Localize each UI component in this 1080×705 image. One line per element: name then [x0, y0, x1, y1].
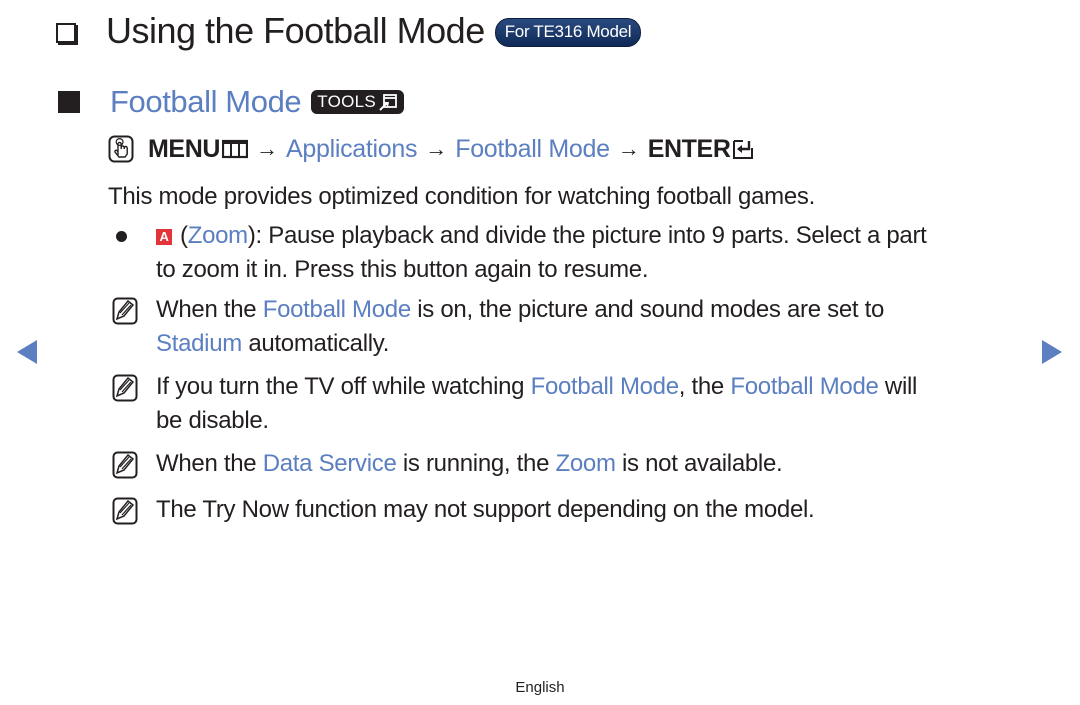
section-title: Football Mode [110, 84, 302, 119]
note-text-part: is not available. [615, 450, 783, 477]
note-pencil-icon [112, 497, 138, 525]
note-text-part: , the [678, 373, 731, 400]
zoom-highlight: Zoom [555, 450, 616, 477]
note-pencil-icon [112, 451, 138, 479]
tools-badge: TOOLS [311, 90, 405, 114]
path-arrow: → [617, 136, 640, 161]
football-mode-highlight: Football Mode [730, 373, 879, 400]
menu-icon [222, 139, 249, 159]
football-mode-highlight: Football Mode [530, 373, 679, 400]
football-mode-highlight: Football Mode [262, 296, 411, 323]
note-text-part: is on, the picture and sound modes are s… [410, 296, 885, 323]
bullet-line1: ): Pause playback and divide the picture… [247, 222, 927, 249]
bullet-line2: to zoom it in. Press this button again t… [156, 256, 649, 283]
page-header: Using the Football Mode For TE316 Model [56, 8, 642, 54]
bullet-text: A (Zoom): Pause playback and divide the p… [156, 219, 1026, 287]
zoom-highlight: Zoom [187, 222, 248, 249]
note-text-part: will [878, 373, 918, 400]
model-badge: For TE316 Model [494, 17, 642, 47]
note-text: When the Football Mode is on, the pictur… [156, 293, 1026, 361]
note-text-part: automatically. [241, 330, 390, 357]
next-page-arrow-icon[interactable] [1042, 340, 1062, 364]
tools-label: TOOLS [317, 92, 377, 111]
previous-page-arrow-icon[interactable] [17, 340, 37, 364]
stadium-highlight: Stadium [156, 330, 242, 357]
path-arrow: → [425, 136, 448, 161]
note-text: The Try Now function may not support dep… [156, 496, 815, 523]
note-text-part: is running, the [396, 450, 556, 477]
page-title: Using the Football Mode [106, 10, 485, 51]
enter-label: ENTER [647, 135, 731, 163]
data-service-highlight: Data Service [262, 450, 397, 477]
path-step-football-mode: Football Mode [455, 135, 610, 163]
note-text-part: When the [156, 450, 263, 477]
path-step-applications: Applications [286, 135, 418, 163]
note-text-part: be disable. [156, 407, 269, 434]
note-text: If you turn the TV off while watching Fo… [156, 370, 1026, 438]
section-header: Football Mode TOOLS [58, 82, 405, 122]
note-text-part: When the [156, 296, 263, 323]
square-bullet-icon [58, 91, 80, 113]
manual-page: Using the Football Mode For TE316 Model … [0, 0, 1080, 705]
bullet-dot-icon [116, 231, 127, 242]
note-pencil-icon [112, 374, 138, 402]
menu-label: MENU [148, 135, 221, 163]
note-pencil-icon [112, 297, 138, 325]
menu-path: MENU → Applications → Football Mode → EN… [108, 132, 754, 166]
note-text: When the Data Service is running, the Zo… [156, 447, 1026, 481]
checkbox-icon [56, 23, 76, 43]
enter-icon [733, 140, 754, 159]
intro-text: This mode provides optimized condition f… [108, 183, 815, 210]
paren: ( [180, 222, 188, 249]
tools-icon [379, 94, 397, 111]
note-text-part: If you turn the TV off while watching [156, 373, 531, 400]
red-a-button-icon: A [156, 229, 172, 245]
path-arrow: → [256, 136, 279, 161]
hand-touch-icon [108, 135, 134, 163]
footer-language: English [515, 679, 565, 696]
